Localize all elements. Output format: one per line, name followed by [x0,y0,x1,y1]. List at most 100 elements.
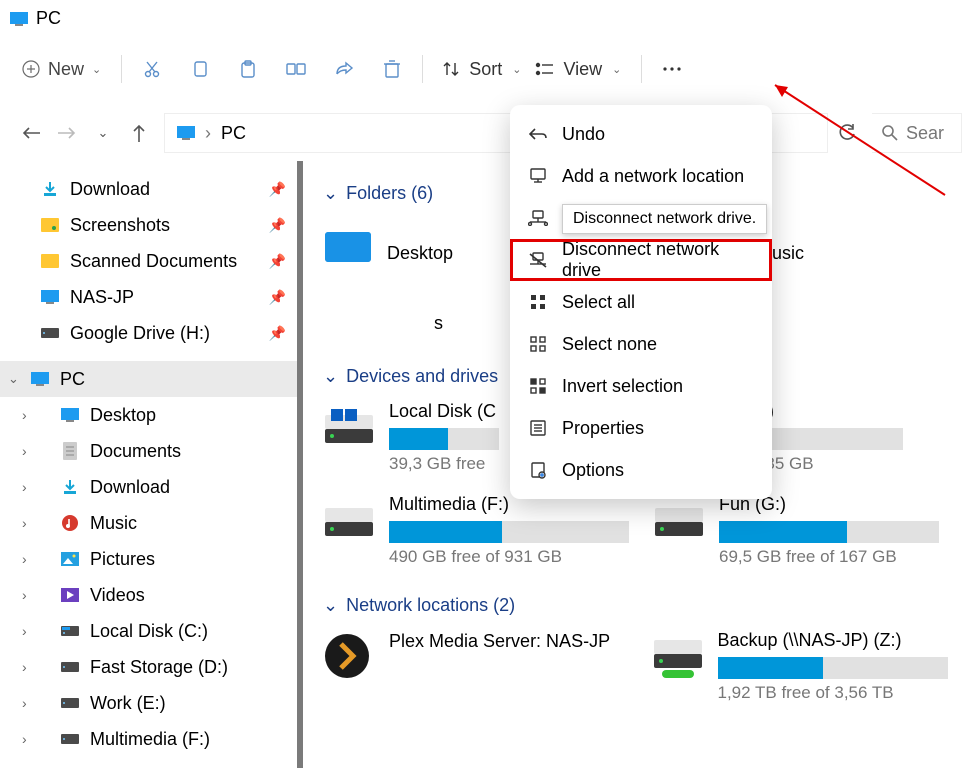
tooltip: Disconnect network drive. [562,204,767,234]
section-network[interactable]: ⌄Network locations (2) [323,595,950,616]
view-button[interactable]: View ⌄ [535,59,621,80]
sidebar-item-localc[interactable]: ›Local Disk (C:) [0,613,300,649]
network-add-icon [528,166,548,186]
chevron-down-icon: ⌄ [92,63,101,76]
chevron-right-icon[interactable]: › [22,587,27,603]
chevron-right-icon[interactable]: › [22,695,27,711]
cut-icon[interactable] [142,59,162,79]
sidebar-item-screenshots[interactable]: Screenshots📌 [0,207,300,243]
cm-add-network[interactable]: Add a network location [510,155,772,197]
recent-button[interactable]: ⌄ [92,122,114,144]
sidebar-item-download[interactable]: ›Download [0,469,300,505]
chevron-down-icon: ⌄ [323,595,338,616]
chevron-down-icon: ⌄ [323,366,338,387]
search-icon [882,125,898,141]
up-button[interactable] [128,122,150,144]
invert-icon [528,376,548,396]
delete-icon[interactable] [382,59,402,79]
cm-options[interactable]: Options [510,449,772,491]
network-drive-icon [652,636,704,676]
view-label: View [563,59,602,80]
desktop-icon [60,405,80,425]
sidebar-item-gdrive[interactable]: Google Drive (H:)📌 [0,315,300,351]
back-button[interactable] [20,122,42,144]
chevron-right-icon[interactable]: › [22,407,27,423]
chevron-down-icon: ⌄ [512,63,521,76]
sidebar-item-worke[interactable]: ›Work (E:) [0,685,300,721]
rename-icon[interactable] [286,59,306,79]
drive-icon [60,693,80,713]
properties-icon [528,418,548,438]
pc-icon [177,126,195,140]
search-input[interactable]: Sear [872,113,962,153]
chevron-right-icon[interactable]: › [22,731,27,747]
chevron-right-icon[interactable]: › [22,479,27,495]
sidebar-item-nasjp[interactable]: NAS-JP📌 [0,279,300,315]
cm-select-all[interactable]: Select all [510,281,772,323]
context-menu: Undo Add a network location Disconnect n… [510,105,772,499]
sidebar-item-pictures[interactable]: ›Pictures [0,541,300,577]
sort-label: Sort [469,59,502,80]
sidebar-item-desktop[interactable]: ›Desktop [0,397,300,433]
sidebar-item-download[interactable]: Download📌 [0,171,300,207]
pin-icon: 📌 [269,253,286,270]
drive-icon [60,729,80,749]
separator [121,55,122,83]
drive-multi-f[interactable]: Multimedia (F:) 490 GB free of 931 GB [323,494,623,567]
folder-pictures[interactable]: s [323,288,443,358]
network-plex[interactable]: Plex Media Server: NAS-JP [323,630,622,703]
pc-icon [40,287,60,307]
more-button[interactable] [662,59,682,79]
cm-select-none[interactable]: Select none [510,323,772,365]
download-icon [60,477,80,497]
chevron-right-icon[interactable]: › [22,623,27,639]
cm-invert-selection[interactable]: Invert selection [510,365,772,407]
sidebar-item-documents[interactable]: ›Documents [0,433,300,469]
drive-icon [40,323,60,343]
breadcrumb-location[interactable]: PC [221,123,246,144]
sidebar-item-multif[interactable]: ›Multimedia (F:) [0,721,300,757]
chevron-right-icon[interactable]: › [22,551,27,567]
paste-icon[interactable] [238,59,258,79]
forward-button[interactable] [56,122,78,144]
sidebar-item-fastd[interactable]: ›Fast Storage (D:) [0,649,300,685]
new-button[interactable]: New ⌄ [22,59,101,80]
sidebar-item-music[interactable]: ›Music [0,505,300,541]
chevron-right-icon[interactable]: › [22,659,27,675]
documents-icon [60,441,80,461]
separator [422,55,423,83]
cm-disconnect-network[interactable]: Disconnect network drive [510,239,772,281]
drive-fun-g[interactable]: Fun (G:) 69,5 GB free of 167 GB [653,494,933,567]
pin-icon: 📌 [269,325,286,342]
sort-button[interactable]: Sort ⌄ [443,59,521,80]
address-bar: ⌄ › PC Sear [0,105,970,161]
pc-icon [30,369,50,389]
sidebar-item-scanned[interactable]: Scanned Documents📌 [0,243,300,279]
copy-icon[interactable] [190,59,210,79]
refresh-button[interactable] [836,122,858,144]
network-disconnect-icon [528,250,548,270]
chevron-right-icon[interactable]: › [22,515,27,531]
sidebar-item-videos[interactable]: ›Videos [0,577,300,613]
chevron-right-icon[interactable]: › [22,443,27,459]
music-icon [60,513,80,533]
network-map-icon [528,208,548,228]
sidebar-item-pc[interactable]: ⌄ PC [0,361,300,397]
separator [641,55,642,83]
folder-desktop[interactable]: Desktop [323,218,493,288]
drive-icon [60,621,80,641]
share-icon[interactable] [334,59,354,79]
search-placeholder: Sear [906,123,944,144]
select-none-icon [528,334,548,354]
sidebar: Download📌 Screenshots📌 Scanned Documents… [0,161,300,768]
chevron-down-icon[interactable]: ⌄ [8,371,19,387]
pin-icon: 📌 [269,289,286,306]
network-backup-z[interactable]: Backup (\\NAS-JP) (Z:) 1,92 TB free of 3… [652,630,951,703]
titlebar: PC [0,0,970,37]
chevron-down-icon: ⌄ [323,183,338,204]
main-area: Download📌 Screenshots📌 Scanned Documents… [0,161,970,768]
folder-icon [40,215,60,235]
cm-undo[interactable]: Undo [510,113,772,155]
cm-properties[interactable]: Properties [510,407,772,449]
undo-icon [528,124,548,144]
